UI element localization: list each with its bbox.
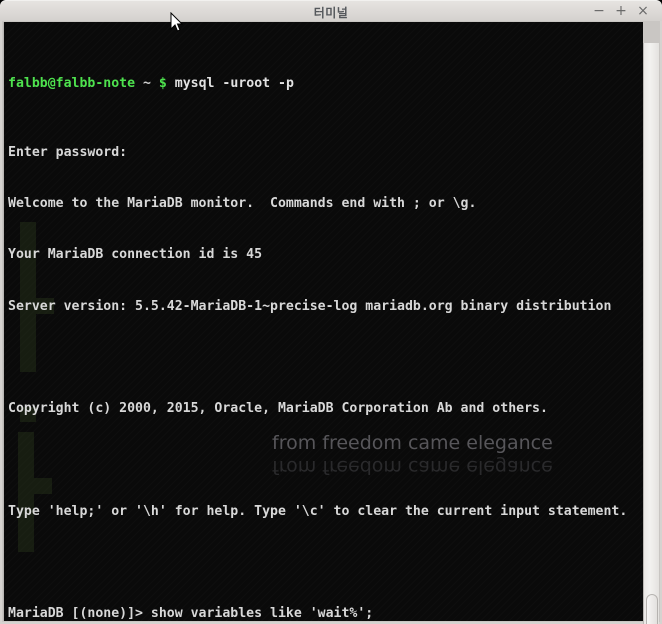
terminal-scrollbar[interactable] [643,43,659,624]
terminal-window: 터미널 − + × from freedom came elegance fro… [0,0,662,624]
terminal-screen[interactable]: from freedom came elegance from freedom … [3,22,643,621]
terminal-line-password: Enter password: [8,144,128,160]
window-titlebar[interactable]: 터미널 − + × [0,0,662,21]
terminal-line-shell-prompt: falbb@falbb-note ~ $ mysql -uroot -p [8,75,643,92]
close-button[interactable]: × [632,1,654,22]
shell-symbol: $ [158,76,167,92]
scrollbar-thumb[interactable] [646,594,658,624]
shell-user-host: falbb@falbb-note [8,76,136,92]
terminal-frame: from freedom came elegance from freedom … [2,21,660,624]
shell-path-value: ~ [143,76,151,92]
terminal-line-help: Type 'help;' or '\h' for help. Type '\c'… [8,503,628,519]
terminal-output: falbb@falbb-note ~ $ mysql -uroot -p Ent… [8,24,643,621]
shell-space [151,76,159,91]
terminal-line-query-1: MariaDB [(none)]> show variables like 'w… [8,606,374,621]
maximize-button[interactable]: + [610,1,632,22]
shell-path [135,76,143,91]
window-title: 터미널 [313,6,349,20]
minimize-button[interactable]: − [588,1,610,22]
terminal-line-server-version: Server version: 5.5.42-MariaDB-1~precise… [8,298,612,314]
shell-command: mysql -uroot -p [166,76,294,92]
terminal-line-copyright: Copyright (c) 2000, 2015, Oracle, MariaD… [8,401,548,417]
terminal-line-welcome: Welcome to the MariaDB monitor. Commands… [8,195,477,211]
terminal-line-connection-id: Your MariaDB connection id is 45 [8,247,263,263]
